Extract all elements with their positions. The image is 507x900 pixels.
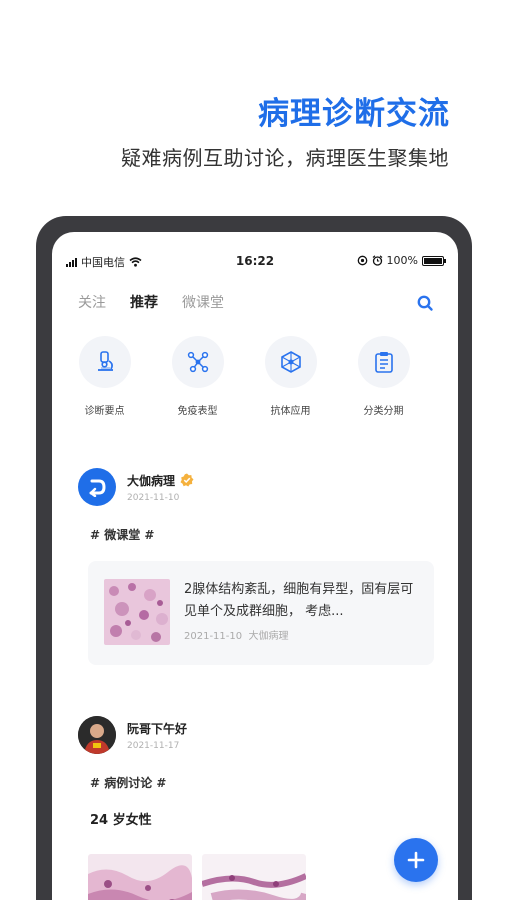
category-label: 免疫表型 [177, 406, 218, 417]
lesson-summary: 2腺体结构紊乱，细胞有异型，固有层可见单个及成群细胞， 考虑... [184, 582, 414, 619]
create-post-button[interactable] [394, 838, 438, 882]
category-label: 分类分期 [363, 406, 404, 417]
category-classification-staging[interactable]: 分类分期 [357, 336, 410, 417]
post-topic[interactable]: # 病例讨论 # [90, 774, 434, 791]
brand-logo-icon [89, 479, 106, 497]
hexagon-network-icon [280, 351, 301, 373]
status-bar: 中国电信 16:22 100% [52, 254, 458, 270]
pathology-image[interactable] [88, 854, 192, 900]
tab-recommended[interactable]: 推荐 [130, 292, 158, 312]
battery-icon [422, 255, 446, 266]
verified-badge-icon [180, 473, 194, 487]
lesson-author: 大伽病理 [248, 631, 289, 642]
author-name[interactable]: 阮哥下午好 [127, 720, 187, 737]
pathology-thumbnail [104, 579, 170, 645]
lesson-meta: 2021-11-10 大伽病理 [184, 627, 288, 642]
tab-follow[interactable]: 关注 [78, 292, 106, 312]
lock-rotation-icon [357, 255, 367, 266]
molecule-icon [187, 351, 208, 373]
category-label: 诊断要点 [84, 406, 125, 417]
search-icon[interactable] [416, 294, 434, 312]
alarm-icon [372, 255, 382, 266]
phone-screen: 中国电信 16:22 100% 关注 推荐 微课堂 诊断要点 免疫表型 抗体应用… [52, 232, 458, 900]
feed-post[interactable]: 大伽病理 2021-11-10 # 微课堂 # 2腺体结构紊乱，细胞有异型，固有… [78, 468, 434, 665]
clipboard-icon [374, 352, 393, 373]
author-name[interactable]: 大伽病理 [127, 472, 175, 489]
feed-tabs: 关注 推荐 微课堂 [78, 292, 224, 312]
category-row: 诊断要点 免疫表型 抗体应用 分类分期 [78, 336, 410, 417]
pathology-image[interactable] [202, 854, 306, 900]
post-title[interactable]: 24 岁女性 [90, 809, 434, 828]
promo-subline: 疑难病例互助讨论，病理医生聚集地 [121, 146, 449, 170]
lesson-date: 2021-11-10 [184, 631, 243, 642]
category-label: 抗体应用 [270, 406, 311, 417]
post-topic[interactable]: # 微课堂 # [90, 526, 434, 543]
tab-micro-class[interactable]: 微课堂 [182, 292, 224, 312]
battery-percent: 100% [386, 254, 418, 267]
post-image-gallery [88, 854, 434, 900]
category-antibody-application[interactable]: 抗体应用 [264, 336, 317, 417]
category-immunophenotype[interactable]: 免疫表型 [171, 336, 224, 417]
author-avatar[interactable] [78, 468, 116, 506]
post-date: 2021-11-17 [127, 740, 180, 751]
microscope-icon [97, 351, 113, 371]
post-date: 2021-11-10 [127, 492, 180, 503]
author-avatar[interactable] [78, 716, 116, 754]
plus-icon [407, 851, 425, 869]
promo-headline: 病理诊断交流 [258, 96, 450, 132]
category-diagnosis-points[interactable]: 诊断要点 [78, 336, 131, 417]
lesson-card[interactable]: 2腺体结构紊乱，细胞有异型，固有层可见单个及成群细胞， 考虑... 2021-1… [88, 561, 434, 665]
feed-post[interactable]: 阮哥下午好 2021-11-17 # 病例讨论 # 24 岁女性 [78, 716, 434, 900]
